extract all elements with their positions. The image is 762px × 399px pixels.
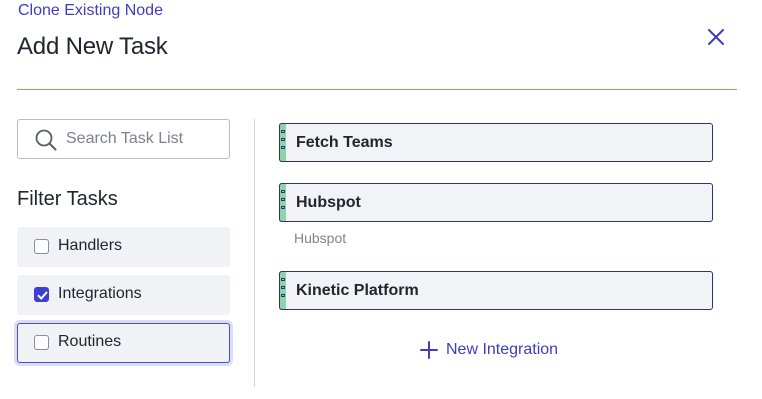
- drag-handle-icon[interactable]: [279, 123, 286, 162]
- filter-label: Routines: [58, 333, 122, 350]
- filter-label: Integrations: [58, 285, 142, 302]
- close-button[interactable]: [704, 25, 728, 49]
- task-name: Kinetic Platform: [296, 282, 419, 299]
- search-input[interactable]: [66, 120, 226, 158]
- task-hubspot[interactable]: Hubspot: [279, 183, 713, 222]
- filter-routines[interactable]: Routines: [17, 323, 230, 363]
- routines-checkbox[interactable]: [34, 335, 49, 350]
- task-subtitle: Hubspot: [294, 230, 347, 246]
- column-divider: [254, 119, 255, 387]
- checkmark-icon: [37, 291, 48, 300]
- task-name: Fetch Teams: [296, 134, 393, 151]
- handlers-checkbox[interactable]: [34, 239, 49, 254]
- filter-tasks-heading: Filter Tasks: [17, 188, 118, 210]
- integrations-checkbox[interactable]: [34, 287, 49, 302]
- search-icon: [35, 129, 57, 151]
- plus-icon: [420, 341, 438, 359]
- new-integration-label: New Integration: [446, 341, 559, 358]
- task-kinetic-platform[interactable]: Kinetic Platform: [279, 271, 713, 310]
- header-divider: [17, 89, 737, 90]
- drag-handle-icon[interactable]: [279, 183, 286, 222]
- task-name: Hubspot: [296, 194, 361, 211]
- filter-handlers[interactable]: Handlers: [17, 227, 230, 267]
- clone-existing-node-link[interactable]: Clone Existing Node: [18, 2, 163, 20]
- filter-integrations[interactable]: Integrations: [17, 275, 230, 315]
- filter-label: Handlers: [58, 237, 123, 254]
- dialog-title: Add New Task: [17, 33, 168, 60]
- close-icon: [708, 29, 724, 45]
- drag-handle-icon[interactable]: [279, 271, 286, 310]
- task-fetch-teams[interactable]: Fetch Teams: [279, 123, 713, 162]
- search-box: [17, 119, 230, 159]
